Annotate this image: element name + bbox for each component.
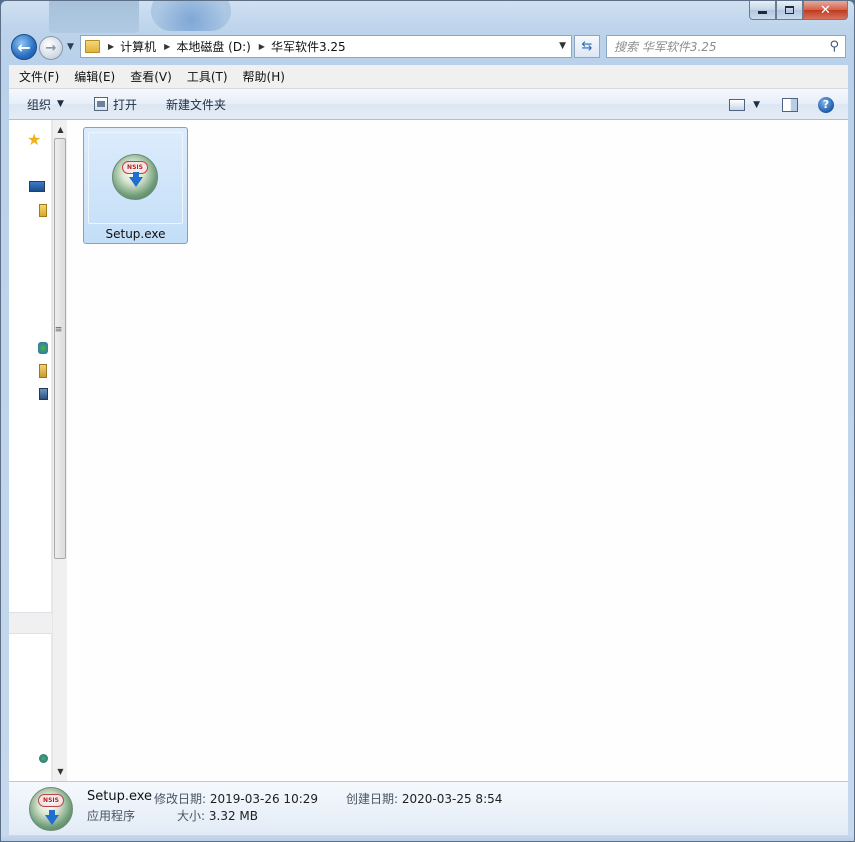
nsis-installer-icon: NSIS	[29, 787, 73, 831]
breadcrumb-computer[interactable]: 计算机	[120, 38, 156, 55]
computer-icon[interactable]	[39, 364, 47, 378]
title-bar[interactable]: ✕	[1, 1, 854, 33]
chevron-right-icon[interactable]: ▶	[164, 42, 170, 51]
menu-help[interactable]: 帮助(H)	[233, 68, 290, 85]
created-value: 2020-03-25 8:54	[401, 792, 503, 806]
breadcrumb-drive[interactable]: 本地磁盘 (D:)	[176, 38, 250, 55]
caption-buttons: ✕	[749, 1, 848, 20]
close-icon: ✕	[820, 2, 831, 18]
maximize-icon	[785, 6, 794, 14]
navigation-row: ← → ▼ ▶ 计算机 ▶ 本地磁盘 (D:) ▶ 华军软件3.25 ▼ ⇆ ⚲	[1, 31, 854, 63]
menu-tools[interactable]: 工具(T)	[177, 68, 233, 85]
search-icon[interactable]: ⚲	[829, 39, 839, 54]
new-folder-button[interactable]: 新建文件夹	[166, 96, 226, 113]
recent-pages-dropdown[interactable]: ▼	[67, 42, 74, 52]
folder-icon	[85, 40, 100, 53]
details-pane: NSIS Setup.exe 应用程序 修改日期: 2019-03-26 10:…	[9, 781, 848, 835]
organize-label: 组织	[27, 97, 52, 112]
scroll-grip-icon: ≡	[54, 325, 63, 335]
minimize-button[interactable]	[749, 1, 776, 20]
details-created: 创建日期: 2020-03-25 8:54	[346, 790, 502, 807]
libraries-icon[interactable]	[39, 204, 47, 217]
forward-button[interactable]: →	[39, 36, 63, 60]
organize-button[interactable]: 组织 ▼	[27, 96, 64, 113]
help-icon[interactable]: ?	[818, 96, 834, 113]
address-dropdown-icon[interactable]: ▼	[559, 41, 566, 51]
scroll-down-icon[interactable]: ▼	[53, 764, 68, 779]
maximize-button[interactable]	[776, 1, 803, 20]
favorites-star-icon[interactable]: ★	[27, 130, 41, 149]
navigation-pane: ★	[9, 120, 52, 781]
nsis-badge: NSIS	[38, 794, 64, 807]
open-button[interactable]: 打开	[93, 96, 137, 113]
refresh-icon: ⇆	[581, 39, 593, 54]
details-file-type: 应用程序	[87, 809, 136, 823]
created-label: 创建日期:	[346, 792, 399, 806]
preview-pane-icon[interactable]	[782, 97, 798, 112]
chevron-right-icon[interactable]: ▶	[108, 42, 114, 51]
homegroup-icon[interactable]	[38, 342, 48, 354]
desktop-icon[interactable]	[29, 181, 45, 192]
new-folder-label: 新建文件夹	[165, 97, 226, 112]
chevron-down-icon: ▼	[57, 99, 64, 109]
file-name: Setup.exe	[105, 227, 166, 241]
menu-bar: 文件(F) 编辑(E) 查看(V) 工具(T) 帮助(H)	[9, 65, 848, 89]
nav-pane-scrollbar[interactable]: ▲ ≡ ▼	[52, 120, 67, 781]
background-blur-left	[49, 1, 139, 33]
background-blur-right	[151, 1, 231, 31]
file-item-setup[interactable]: NSIS Setup.exe	[83, 127, 188, 244]
size-label: 大小:	[177, 809, 206, 823]
breadcrumb-folder[interactable]: 华军软件3.25	[271, 38, 346, 55]
menu-view[interactable]: 查看(V)	[120, 68, 177, 85]
network-icon[interactable]	[39, 754, 48, 763]
scroll-up-icon[interactable]: ▲	[53, 122, 68, 137]
command-bar: 组织 ▼ 打开 新建文件夹 ▼ ?	[9, 89, 848, 120]
window-bottom-frame	[1, 835, 854, 841]
nav-pane-separator	[9, 612, 52, 634]
details-size: 大小: 3.32 MB	[177, 807, 258, 824]
file-list-area[interactable]: NSIS Setup.exe	[67, 120, 848, 781]
modified-value: 2019-03-26 10:29	[209, 792, 319, 806]
explorer-window: ✕ ← → ▼ ▶ 计算机 ▶ 本地磁盘 (D:) ▶ 华军软件3.25 ▼ ⇆…	[0, 0, 855, 842]
open-label: 打开	[112, 97, 137, 112]
back-button[interactable]: ←	[11, 34, 37, 60]
details-file-name: Setup.exe	[87, 789, 153, 804]
address-bar[interactable]: ▶ 计算机 ▶ 本地磁盘 (D:) ▶ 华军软件3.25 ▼	[80, 35, 572, 58]
view-options-dropdown[interactable]: ▼	[753, 100, 760, 110]
arrow-left-icon: ←	[17, 37, 31, 57]
download-arrow-icon	[129, 177, 143, 187]
details-modified: 修改日期: 2019-03-26 10:29	[154, 790, 318, 807]
close-button[interactable]: ✕	[803, 1, 848, 20]
modified-label: 修改日期:	[154, 792, 207, 806]
arrow-right-icon: →	[45, 40, 57, 56]
refresh-button[interactable]: ⇆	[574, 35, 600, 58]
menu-edit[interactable]: 编辑(E)	[64, 68, 120, 85]
chevron-right-icon[interactable]: ▶	[259, 42, 265, 51]
download-arrow-icon	[45, 815, 59, 825]
change-view-icon[interactable]	[729, 98, 746, 111]
command-bar-right: ▼ ?	[729, 89, 848, 120]
menu-file[interactable]: 文件(F)	[9, 68, 64, 85]
search-box[interactable]: ⚲	[606, 35, 846, 58]
minimize-icon	[758, 11, 767, 14]
size-value: 3.32 MB	[208, 809, 258, 823]
search-input[interactable]	[614, 39, 824, 54]
open-icon	[93, 97, 108, 111]
nsis-installer-icon: NSIS	[112, 154, 158, 200]
scroll-thumb[interactable]	[54, 138, 66, 559]
network-drive-icon[interactable]	[39, 388, 48, 400]
